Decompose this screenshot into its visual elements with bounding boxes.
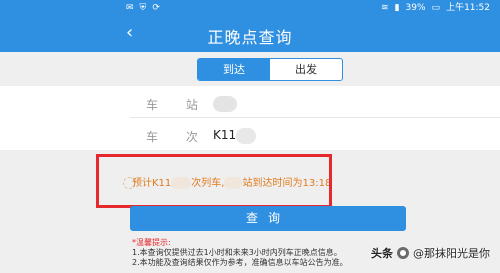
tips-line-1: 1.本查询仅提供过去1小时和未来3小时内列车正晚点信息。 [132, 248, 342, 257]
tabs-area: 到达 出发 [0, 52, 500, 86]
tips: *温馨提示: 1.本查询仅提供过去1小时和未来3小时内列车正晚点信息。 2.本功… [132, 238, 348, 268]
tab-arrive[interactable]: 到达 [198, 59, 270, 80]
watermark-handle: @那抹阳光是你 [413, 247, 490, 260]
message-icon: ✉ [126, 3, 134, 13]
page-title: 正晚点查询 [207, 28, 293, 47]
query-button[interactable]: 查询 [130, 206, 406, 231]
segmented-tabs: 到达 出发 [197, 58, 343, 81]
wifi-icon: ≋ [381, 3, 389, 13]
train-row[interactable]: 车 次 K11 [0, 120, 500, 152]
highlight-box [96, 154, 332, 208]
station-label: 车 站 [146, 98, 210, 112]
clock: 上午11:52 [446, 3, 490, 13]
watermark-platform: 头条 [371, 247, 393, 260]
status-right: ≋ ▮ 39% ▭ 上午11:52 [381, 2, 490, 14]
app-screen: ✉ ⛨ ⟳ ≋ ▮ 39% ▭ 上午11:52 ‹ 正晚点查询 到达 出发 车 … [0, 0, 500, 273]
train-redacted [236, 128, 256, 144]
battery-value: 39% [405, 3, 426, 13]
title-bar: ‹ 正晚点查询 [0, 16, 500, 52]
sync-icon: ⟳ [152, 3, 160, 13]
watermark: 头条 @那抹阳光是你 [371, 245, 490, 261]
shield-icon: ⛨ [139, 3, 147, 13]
tips-line-2: 2.本功能及查询结果仅作为参考，准确信息以车站公告为准。 [132, 258, 348, 267]
station-row[interactable]: 车 站 [0, 88, 500, 120]
battery-icon: ▭ [431, 3, 441, 13]
query-form: 车 站 车 次 K11 [0, 86, 500, 150]
tab-depart[interactable]: 出发 [270, 59, 342, 80]
train-input[interactable]: K11 [213, 128, 236, 142]
avatar-icon [397, 247, 409, 259]
signal-icon: ▮ [394, 3, 400, 13]
status-left: ✉ ⛨ ⟳ [126, 2, 160, 14]
train-label: 车 次 [146, 130, 210, 144]
tips-title: *温馨提示: [132, 238, 171, 247]
form-divider [130, 117, 500, 118]
station-redacted [213, 96, 237, 112]
status-bar: ✉ ⛨ ⟳ ≋ ▮ 39% ▭ 上午11:52 [0, 0, 500, 16]
